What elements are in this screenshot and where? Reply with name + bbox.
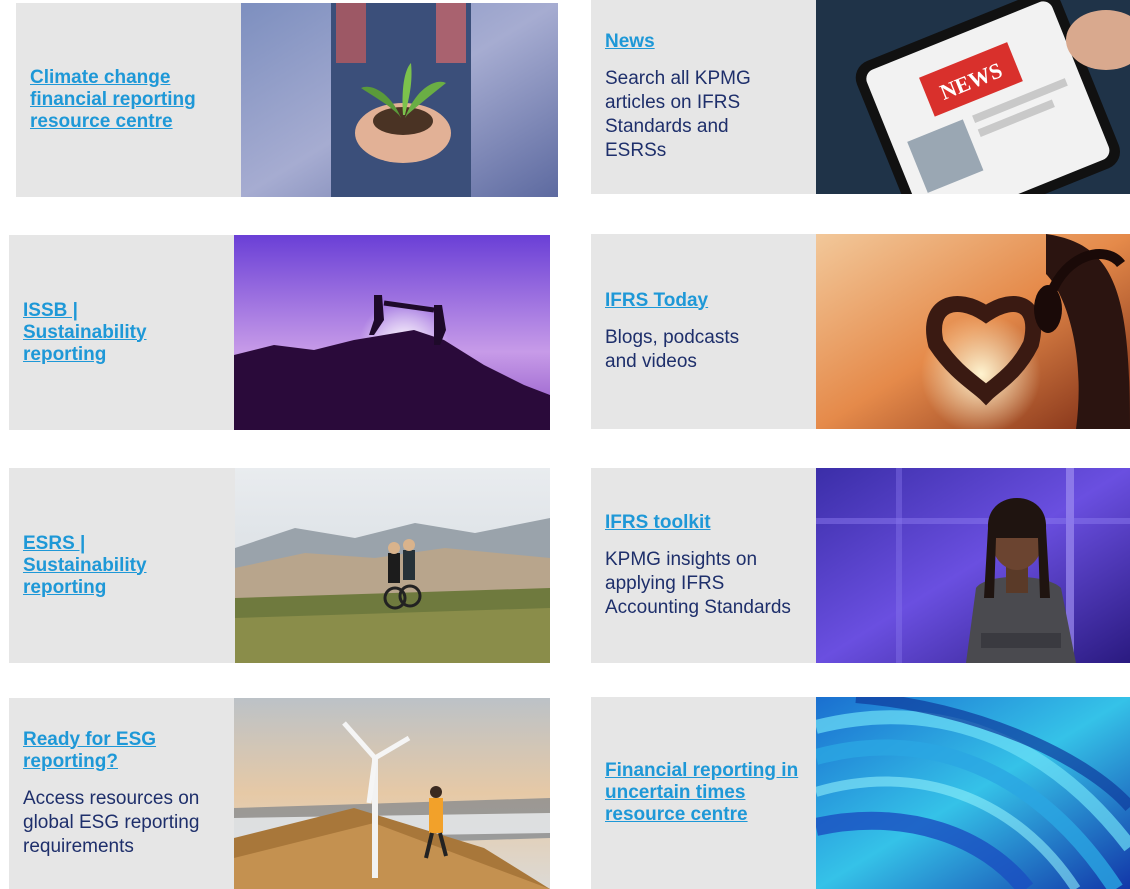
mountain-help-image — [234, 235, 550, 430]
card-panel: Ready for ESG reporting? Access resource… — [9, 698, 234, 889]
card-description: Blogs, podcasts and videos — [605, 326, 740, 372]
card-link-uncertain-times[interactable]: Financial reporting in uncertain times r… — [605, 760, 805, 826]
card-link-esrs[interactable]: ESRS | Sustainability reporting — [23, 533, 173, 599]
phone-news-image: NEWS — [816, 0, 1130, 194]
card-link-ifrs-today[interactable]: IFRS Today — [605, 290, 802, 312]
card-uncertain-times[interactable]: Financial reporting in uncertain times r… — [591, 697, 1130, 889]
card-link-issb[interactable]: ISSB | Sustainability reporting — [23, 300, 173, 366]
card-news[interactable]: News Search all KPMG articles on IFRS St… — [591, 0, 1130, 194]
card-panel: Climate change financial reporting resou… — [16, 3, 241, 197]
card-esg-reporting[interactable]: Ready for ESG reporting? Access resource… — [9, 698, 550, 889]
card-panel: News Search all KPMG articles on IFRS St… — [591, 0, 816, 194]
card-issb[interactable]: ISSB | Sustainability reporting — [9, 235, 550, 430]
card-description: KPMG insights on applying IFRS Accountin… — [605, 548, 791, 618]
wind-turbine-image — [234, 698, 550, 889]
card-image-abstract-blue[interactable] — [816, 697, 1130, 889]
card-link-ifrs-toolkit[interactable]: IFRS toolkit — [605, 512, 802, 534]
plant-hands-image — [241, 3, 558, 197]
card-image-headphones-sunset[interactable] — [816, 234, 1130, 429]
card-image-phone-news[interactable]: NEWS — [816, 0, 1130, 194]
card-panel: ESRS | Sustainability reporting — [9, 468, 235, 663]
card-link-esg-reporting[interactable]: Ready for ESG reporting? — [23, 729, 193, 773]
card-panel: IFRS toolkit KPMG insights on applying I… — [591, 468, 816, 663]
card-esrs[interactable]: ESRS | Sustainability reporting — [9, 468, 550, 663]
card-description: Search all KPMG articles on IFRS Standar… — [605, 68, 751, 161]
card-panel: Financial reporting in uncertain times r… — [591, 697, 816, 889]
card-ifrs-today[interactable]: IFRS Today Blogs, podcasts and videos — [591, 234, 1130, 429]
card-panel: IFRS Today Blogs, podcasts and videos — [591, 234, 816, 429]
card-image-plant-hands[interactable] — [241, 3, 558, 197]
card-link-news[interactable]: News — [605, 31, 802, 53]
headphones-sunset-image — [816, 234, 1130, 429]
card-image-cyclists[interactable] — [235, 468, 550, 663]
abstract-blue-image — [816, 697, 1130, 889]
card-climate-change[interactable]: Climate change financial reporting resou… — [16, 3, 558, 197]
card-image-mountain-help[interactable] — [234, 235, 550, 430]
card-ifrs-toolkit[interactable]: IFRS toolkit KPMG insights on applying I… — [591, 468, 1130, 663]
businesswoman-image — [816, 468, 1130, 663]
card-link-climate-change[interactable]: Climate change financial reporting resou… — [30, 67, 230, 133]
cyclists-image — [235, 468, 550, 663]
card-description: Access resources on global ESG reporting… — [23, 787, 200, 857]
card-image-wind-turbine[interactable] — [234, 698, 550, 889]
card-panel: ISSB | Sustainability reporting — [9, 235, 234, 430]
card-image-businesswoman[interactable] — [816, 468, 1130, 663]
